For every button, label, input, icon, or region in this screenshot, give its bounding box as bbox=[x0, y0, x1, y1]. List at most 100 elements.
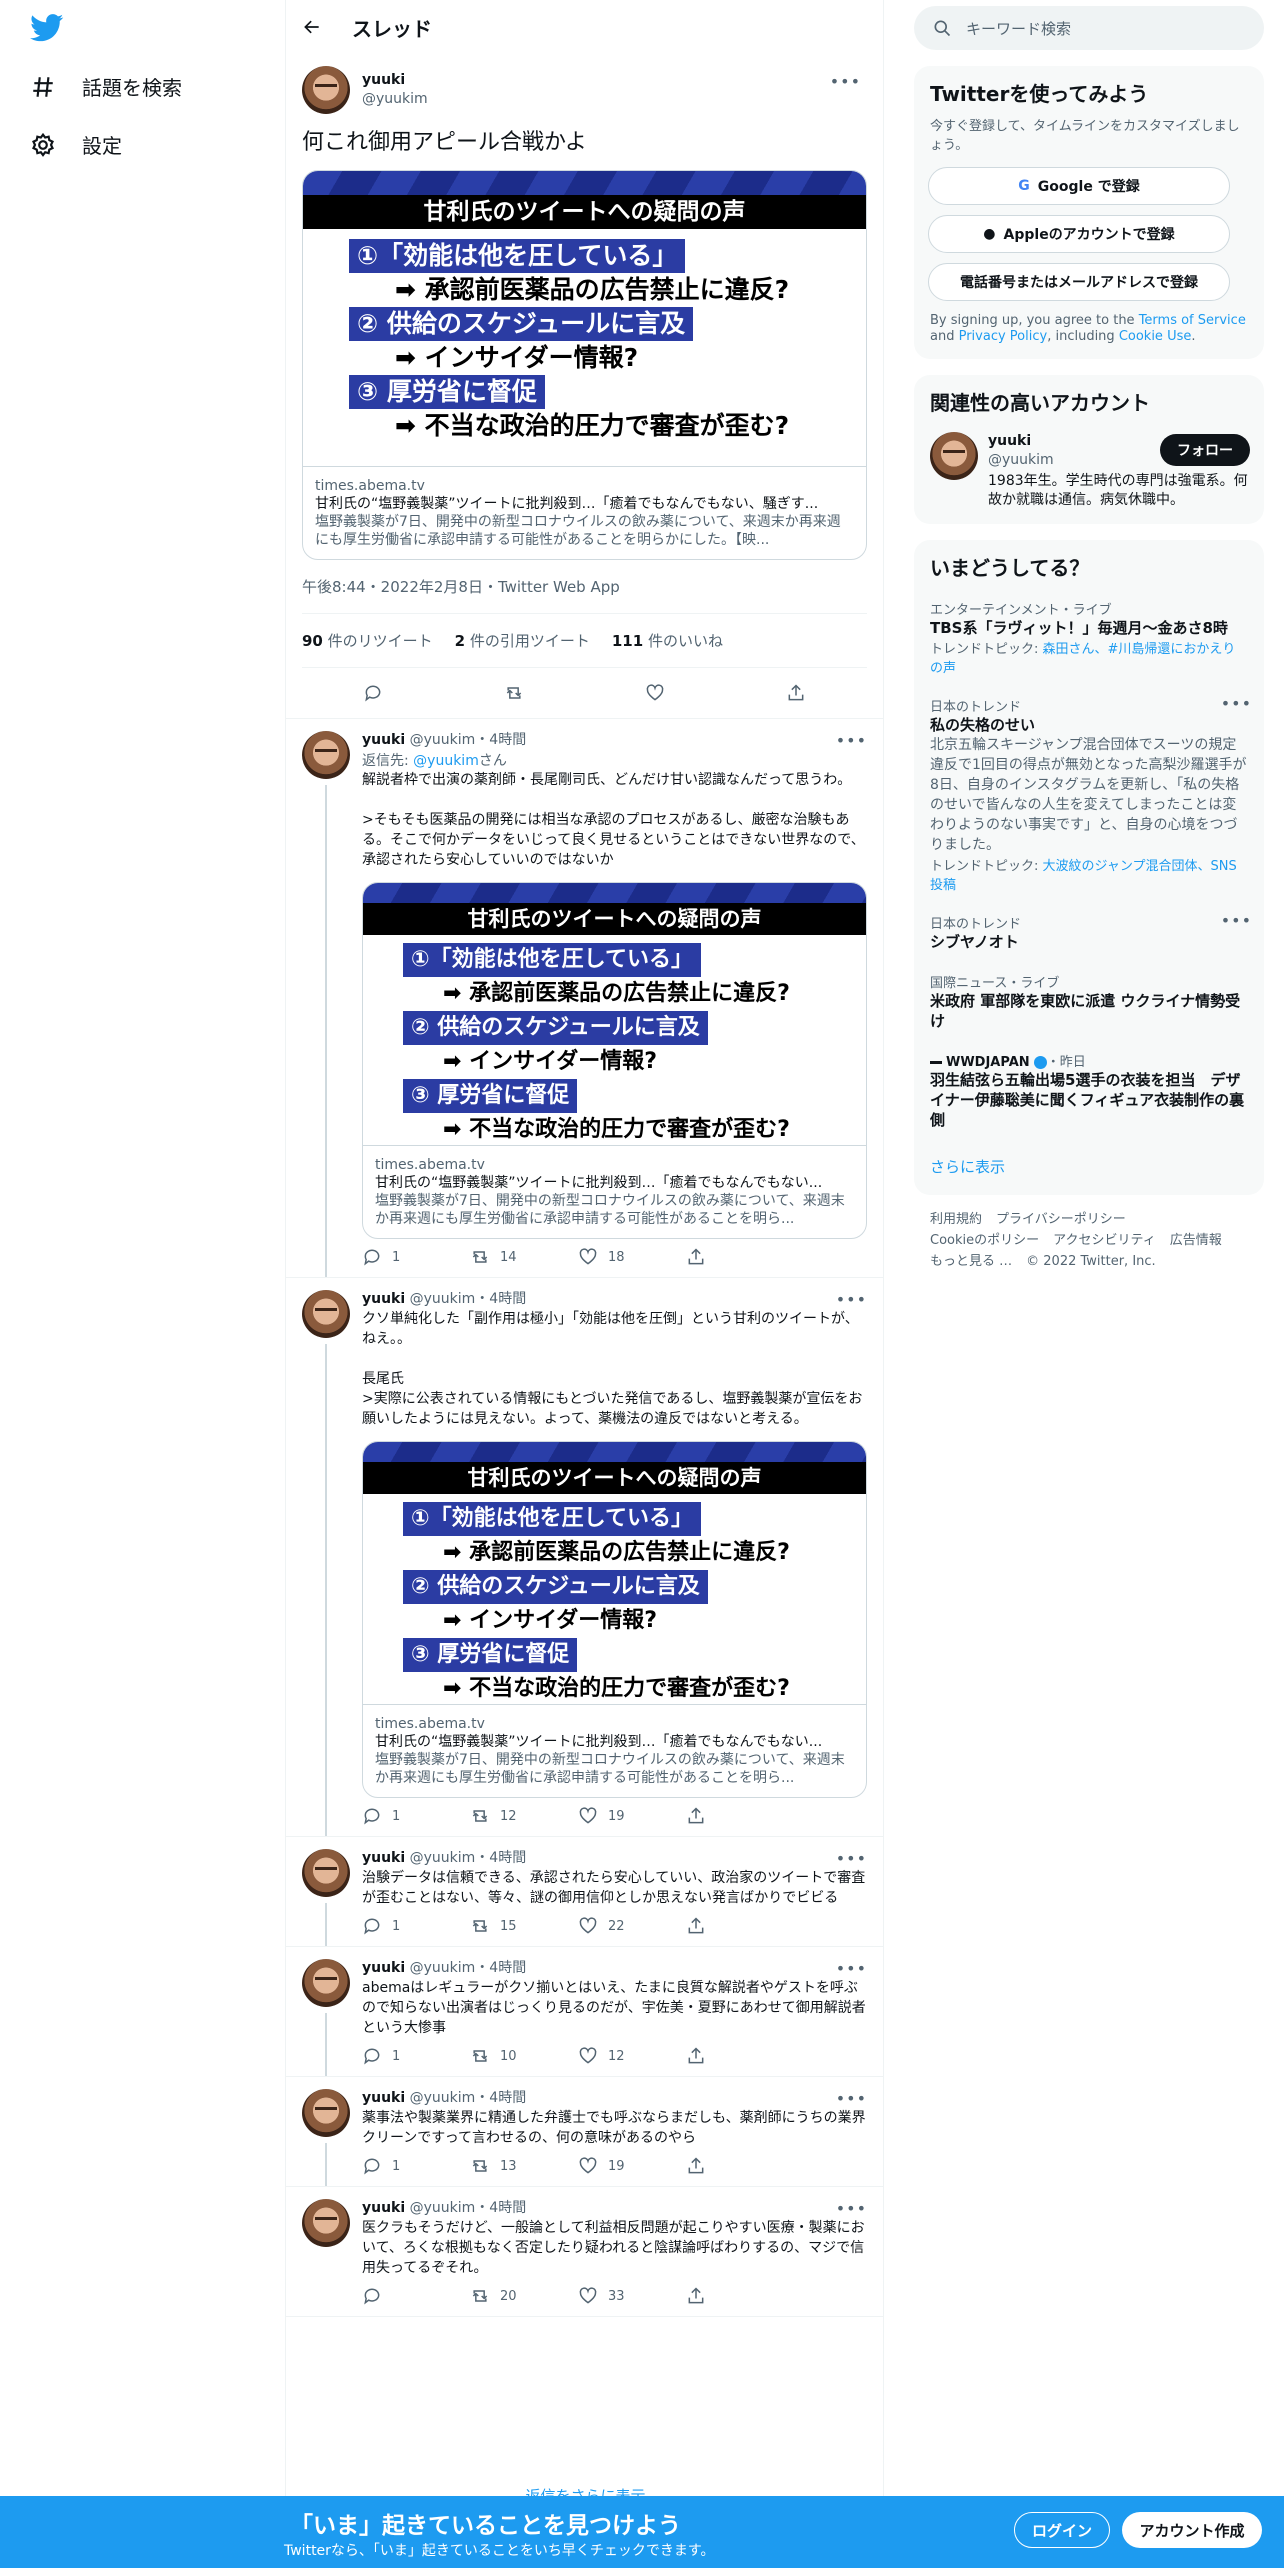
retweet-action[interactable]: 12 bbox=[470, 1806, 578, 1826]
trends-show-more-link[interactable]: さらに表示 bbox=[914, 1140, 1264, 1195]
author-name[interactable]: yuuki bbox=[362, 1291, 405, 1307]
author-name[interactable]: yuuki bbox=[362, 71, 428, 90]
share-icon[interactable] bbox=[786, 683, 806, 703]
reply-tweet[interactable]: yuuki @yuukim・4時間 ••• 医クラもそうだけど、一般論として利益相… bbox=[286, 2187, 883, 2317]
twitter-logo-icon[interactable] bbox=[30, 14, 64, 42]
tweet-time[interactable]: ・4時間 bbox=[475, 732, 526, 748]
tweet-time[interactable]: ・4時間 bbox=[475, 2200, 526, 2216]
login-button[interactable]: ログイン bbox=[1014, 2512, 1110, 2548]
author-name[interactable]: yuuki bbox=[362, 2200, 405, 2216]
phone-signup-button[interactable]: 電話番号またはメールアドレスで登録 bbox=[928, 263, 1230, 301]
cookie-use-link[interactable]: Cookie Use bbox=[1119, 329, 1192, 344]
like-action[interactable]: 22 bbox=[578, 1916, 686, 1936]
reply-tweet[interactable]: yuuki @yuukim・4時間 ••• 返信先: @yuukimさん 解説者枠… bbox=[286, 719, 883, 1278]
trend-item[interactable]: 国際ニュース・ライブ 米政府 軍部隊を東欧に派遣 ウクライナ情勢受け bbox=[914, 962, 1264, 1041]
share-action[interactable] bbox=[686, 1916, 794, 1936]
quotes-stat[interactable]: 2 件の引用ツイート bbox=[455, 630, 590, 651]
author-handle[interactable]: @yuukim bbox=[410, 1850, 476, 1866]
like-action[interactable]: 19 bbox=[578, 2156, 686, 2176]
author-handle[interactable]: @yuukim bbox=[410, 1291, 476, 1307]
footer-privacy-link[interactable]: プライバシーポリシー bbox=[996, 1212, 1126, 1227]
nav-explore[interactable]: 話題を検索 bbox=[30, 72, 182, 101]
link-card[interactable]: 甘利氏のツイートへの疑問の声 ①「効能は他を圧している」 ➡ 承認前医薬品の広告… bbox=[302, 170, 867, 560]
apple-signup-button[interactable]: ● Appleのアカウントで登録 bbox=[928, 215, 1230, 253]
share-action[interactable] bbox=[686, 1806, 794, 1826]
retweet-action[interactable]: 13 bbox=[470, 2156, 578, 2176]
tweet-time[interactable]: ・4時間 bbox=[475, 1960, 526, 1976]
reply-tweet[interactable]: yuuki @yuukim・4時間 ••• 薬事法や製薬業界に精通した弁護士でも呼… bbox=[286, 2077, 883, 2187]
reply-action[interactable]: 1 bbox=[362, 1247, 470, 1267]
likes-stat[interactable]: 111 件のいいね bbox=[612, 630, 723, 651]
retweet-action[interactable]: 20 bbox=[470, 2286, 578, 2306]
reply-to-handle[interactable]: @yuukim bbox=[413, 753, 479, 769]
avatar[interactable] bbox=[302, 66, 350, 114]
reply-tweet[interactable]: yuuki @yuukim・4時間 ••• abemaはレギュラーがクソ揃いとはい… bbox=[286, 1947, 883, 2077]
more-options-icon[interactable]: ••• bbox=[836, 1290, 867, 1309]
link-card[interactable]: 甘利氏のツイートへの疑問の声 ①「効能は他を圧している」 ➡ 承認前医薬品の広告… bbox=[362, 1441, 867, 1798]
trend-item[interactable]: 日本のトレンド ••• シブヤノオト bbox=[914, 903, 1264, 962]
privacy-policy-link[interactable]: Privacy Policy bbox=[959, 329, 1048, 344]
like-action[interactable]: 19 bbox=[578, 1806, 686, 1826]
share-action[interactable] bbox=[686, 2046, 794, 2066]
retweets-stat[interactable]: 90 件のリツイート bbox=[302, 630, 433, 651]
avatar[interactable] bbox=[302, 1959, 350, 2007]
more-options-icon[interactable]: ••• bbox=[836, 2089, 867, 2108]
avatar[interactable] bbox=[302, 731, 350, 779]
retweet-action[interactable]: 10 bbox=[470, 2046, 578, 2066]
share-action[interactable] bbox=[686, 2286, 794, 2306]
reply-action[interactable]: 1 bbox=[362, 1916, 470, 1936]
author-handle[interactable]: @yuukim bbox=[362, 90, 428, 109]
author-handle[interactable]: @yuukim bbox=[410, 2200, 476, 2216]
trend-item[interactable]: WWDJAPAN ・昨日 羽生結弦ら五輪出場5選手の衣装を担当 デザイナー伊藤聡… bbox=[914, 1041, 1264, 1140]
reply-icon[interactable] bbox=[363, 683, 383, 703]
author-name[interactable]: yuuki bbox=[362, 732, 405, 748]
author-handle[interactable]: @yuukim bbox=[410, 1960, 476, 1976]
trend-item[interactable]: 日本のトレンド ••• 私の失格のせい 北京五輪スキージャンプ混合団体でスーツの… bbox=[914, 686, 1264, 903]
avatar[interactable] bbox=[302, 1849, 350, 1897]
create-account-button[interactable]: アカウント作成 bbox=[1122, 2512, 1262, 2548]
tweet-timestamp[interactable]: 午後8:44・2022年2月8日・Twitter Web App bbox=[302, 560, 867, 614]
more-options-icon[interactable]: ••• bbox=[836, 1959, 867, 1978]
reply-action[interactable]: 1 bbox=[362, 1806, 470, 1826]
retweet-action[interactable]: 15 bbox=[470, 1916, 578, 1936]
author-name[interactable]: yuuki bbox=[362, 2090, 405, 2106]
tweet-time[interactable]: ・4時間 bbox=[475, 1291, 526, 1307]
avatar[interactable] bbox=[930, 432, 978, 480]
author-handle[interactable]: @yuukim bbox=[410, 2090, 476, 2106]
reply-action[interactable]: 1 bbox=[362, 2156, 470, 2176]
back-arrow-icon[interactable] bbox=[302, 17, 322, 37]
reply-action[interactable]: 1 bbox=[362, 2046, 470, 2066]
avatar[interactable] bbox=[302, 2089, 350, 2137]
author-name[interactable]: yuuki bbox=[362, 1960, 405, 1976]
more-options-icon[interactable]: ••• bbox=[836, 731, 867, 750]
tweet-time[interactable]: ・4時間 bbox=[475, 2090, 526, 2106]
reply-tweet[interactable]: yuuki @yuukim・4時間 ••• 治験データは信頼できる、承認されたら安… bbox=[286, 1837, 883, 1947]
trend-item[interactable]: エンターテインメント・ライブ TBS系「ラヴィット！」毎週月〜金あさ8時 トレン… bbox=[914, 589, 1264, 686]
footer-cookie-link[interactable]: Cookieのポリシー bbox=[930, 1233, 1039, 1248]
nav-settings[interactable]: 設定 bbox=[30, 130, 122, 159]
like-action[interactable]: 18 bbox=[578, 1247, 686, 1267]
reply-tweet[interactable]: yuuki @yuukim・4時間 ••• クソ単純化した「副作用は極小」「効能は… bbox=[286, 1278, 883, 1837]
retweet-icon[interactable] bbox=[504, 683, 524, 703]
footer-terms-link[interactable]: 利用規約 bbox=[930, 1212, 982, 1227]
more-options-icon[interactable]: ••• bbox=[836, 1849, 867, 1868]
retweet-action[interactable]: 14 bbox=[470, 1247, 578, 1267]
like-action[interactable]: 12 bbox=[578, 2046, 686, 2066]
footer-accessibility-link[interactable]: アクセシビリティ bbox=[1053, 1233, 1156, 1248]
share-action[interactable] bbox=[686, 2156, 794, 2176]
terms-of-service-link[interactable]: Terms of Service bbox=[1139, 313, 1246, 328]
more-options-icon[interactable]: ••• bbox=[1221, 694, 1252, 713]
footer-ads-link[interactable]: 広告情報 bbox=[1170, 1233, 1222, 1248]
like-icon[interactable] bbox=[645, 683, 665, 703]
author-handle[interactable]: @yuukim bbox=[410, 732, 476, 748]
search-input[interactable]: キーワード検索 bbox=[914, 6, 1264, 50]
share-action[interactable] bbox=[686, 1247, 794, 1267]
more-options-icon[interactable]: ••• bbox=[830, 72, 861, 91]
link-card[interactable]: 甘利氏のツイートへの疑問の声 ①「効能は他を圧している」 ➡ 承認前医薬品の広告… bbox=[362, 882, 867, 1239]
avatar[interactable] bbox=[302, 1290, 350, 1338]
related-account[interactable]: yuuki @yuukim 1983年生。学生時代の専門は強電系。何故か就職は通… bbox=[914, 424, 1264, 524]
follow-button[interactable]: フォロー bbox=[1160, 434, 1250, 466]
google-signup-button[interactable]: G Google で登録 bbox=[928, 167, 1230, 205]
like-action[interactable]: 33 bbox=[578, 2286, 686, 2306]
more-options-icon[interactable]: ••• bbox=[1221, 911, 1252, 930]
